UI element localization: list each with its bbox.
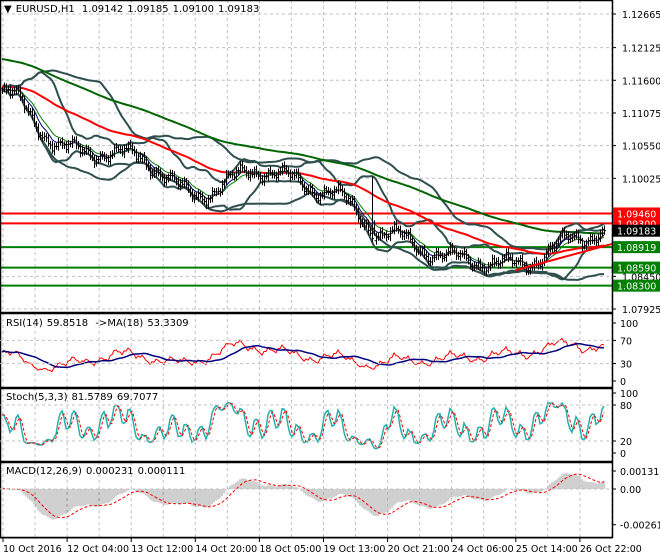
price-label: 1.08590	[617, 264, 656, 275]
stoch-label: Stoch(5,3,3)	[6, 392, 68, 403]
time-axis-label: 19 Oct 13:00	[324, 544, 386, 555]
ma-mid-line	[2, 85, 605, 256]
indicator-axis-label: 70	[620, 336, 632, 347]
time-axis-label: 20 Oct 21:00	[388, 544, 450, 555]
time-axis-label: 25 Oct 14:00	[516, 544, 578, 555]
indicator-axis-label: 20	[620, 437, 632, 448]
indicator-axis-label: 0.00	[620, 485, 641, 496]
high-value: 1.09185	[127, 4, 169, 15]
indicator-axis-label: -0.002615	[620, 521, 660, 532]
indicator-axis-label: 0.001318	[620, 467, 660, 478]
macd-signal-value: 0.000111	[137, 466, 186, 477]
indicator-axis-label: 30	[620, 360, 632, 371]
low-value: 1.09100	[172, 4, 214, 15]
rsi-ma-value: 53.3309	[147, 318, 189, 329]
indicator-axis-label: 100	[620, 319, 638, 330]
ma-short-line	[1, 88, 605, 266]
symbol-label: EURUSD,H1	[15, 4, 75, 15]
indicator-axis-label: 0	[620, 377, 626, 388]
price-axis-label: 1.11600	[622, 76, 660, 87]
time-axis-label: 24 Oct 06:00	[452, 544, 514, 555]
price-label: 1.09183	[617, 227, 656, 238]
rsi-ma-label: ->MA(18)	[95, 318, 144, 329]
time-axis-label: 12 Oct 04:00	[67, 544, 129, 555]
macd-title: MACD(12,26,9) 0.000231 0.000111	[6, 466, 189, 477]
stoch-main-value: 81.5789	[71, 392, 113, 403]
price-axis-label: 1.11075	[622, 109, 660, 120]
price-axis-label: 1.12665	[622, 10, 660, 21]
rsi-label: RSI(14)	[6, 318, 43, 329]
indicator-axis-label: 0	[620, 449, 626, 460]
bollinger-upper-line	[1, 71, 605, 258]
stoch-signal-value: 69.7077	[116, 392, 159, 403]
indicator-axis-label: 100	[620, 389, 638, 400]
stoch-main-line	[1, 401, 605, 450]
chart-header: ▼ EURUSD,H1 1.09142 1.09185 1.09100 1.09183	[4, 4, 263, 15]
price-axis-label: 1.10025	[622, 174, 660, 185]
time-axis-label: 10 Oct 2016	[3, 544, 62, 555]
rsi-title: RSI(14) 59.8518 ->MA(18) 53.3309	[6, 318, 193, 329]
stoch-title: Stoch(5,3,3) 81.5789 69.7077	[6, 392, 162, 403]
price-axis-label: 1.07925	[622, 305, 660, 316]
close-value: 1.09183	[217, 4, 260, 15]
price-axis-label: 1.10550	[622, 142, 660, 153]
rsi-value: 59.8518	[46, 318, 89, 329]
macd-label: MACD(12,26,9)	[6, 466, 82, 477]
price-label: 1.08300	[617, 282, 656, 293]
open-value: 1.09142	[81, 4, 124, 15]
time-axis-label: 14 Oct 20:00	[195, 544, 257, 555]
time-axis-label: 18 Oct 05:00	[259, 544, 321, 555]
time-axis-label: 13 Oct 12:00	[131, 544, 193, 555]
price-label: 1.08919	[617, 243, 656, 254]
time-axis-label: 26 Oct 22:00	[580, 544, 642, 555]
price-axis-label: 1.12125	[622, 44, 660, 55]
indicator-axis-label: 80	[620, 401, 632, 412]
macd-main-value: 0.000231	[85, 466, 134, 477]
triangle-down-icon[interactable]: ▼	[4, 4, 12, 15]
ma-long-line	[1, 57, 604, 235]
